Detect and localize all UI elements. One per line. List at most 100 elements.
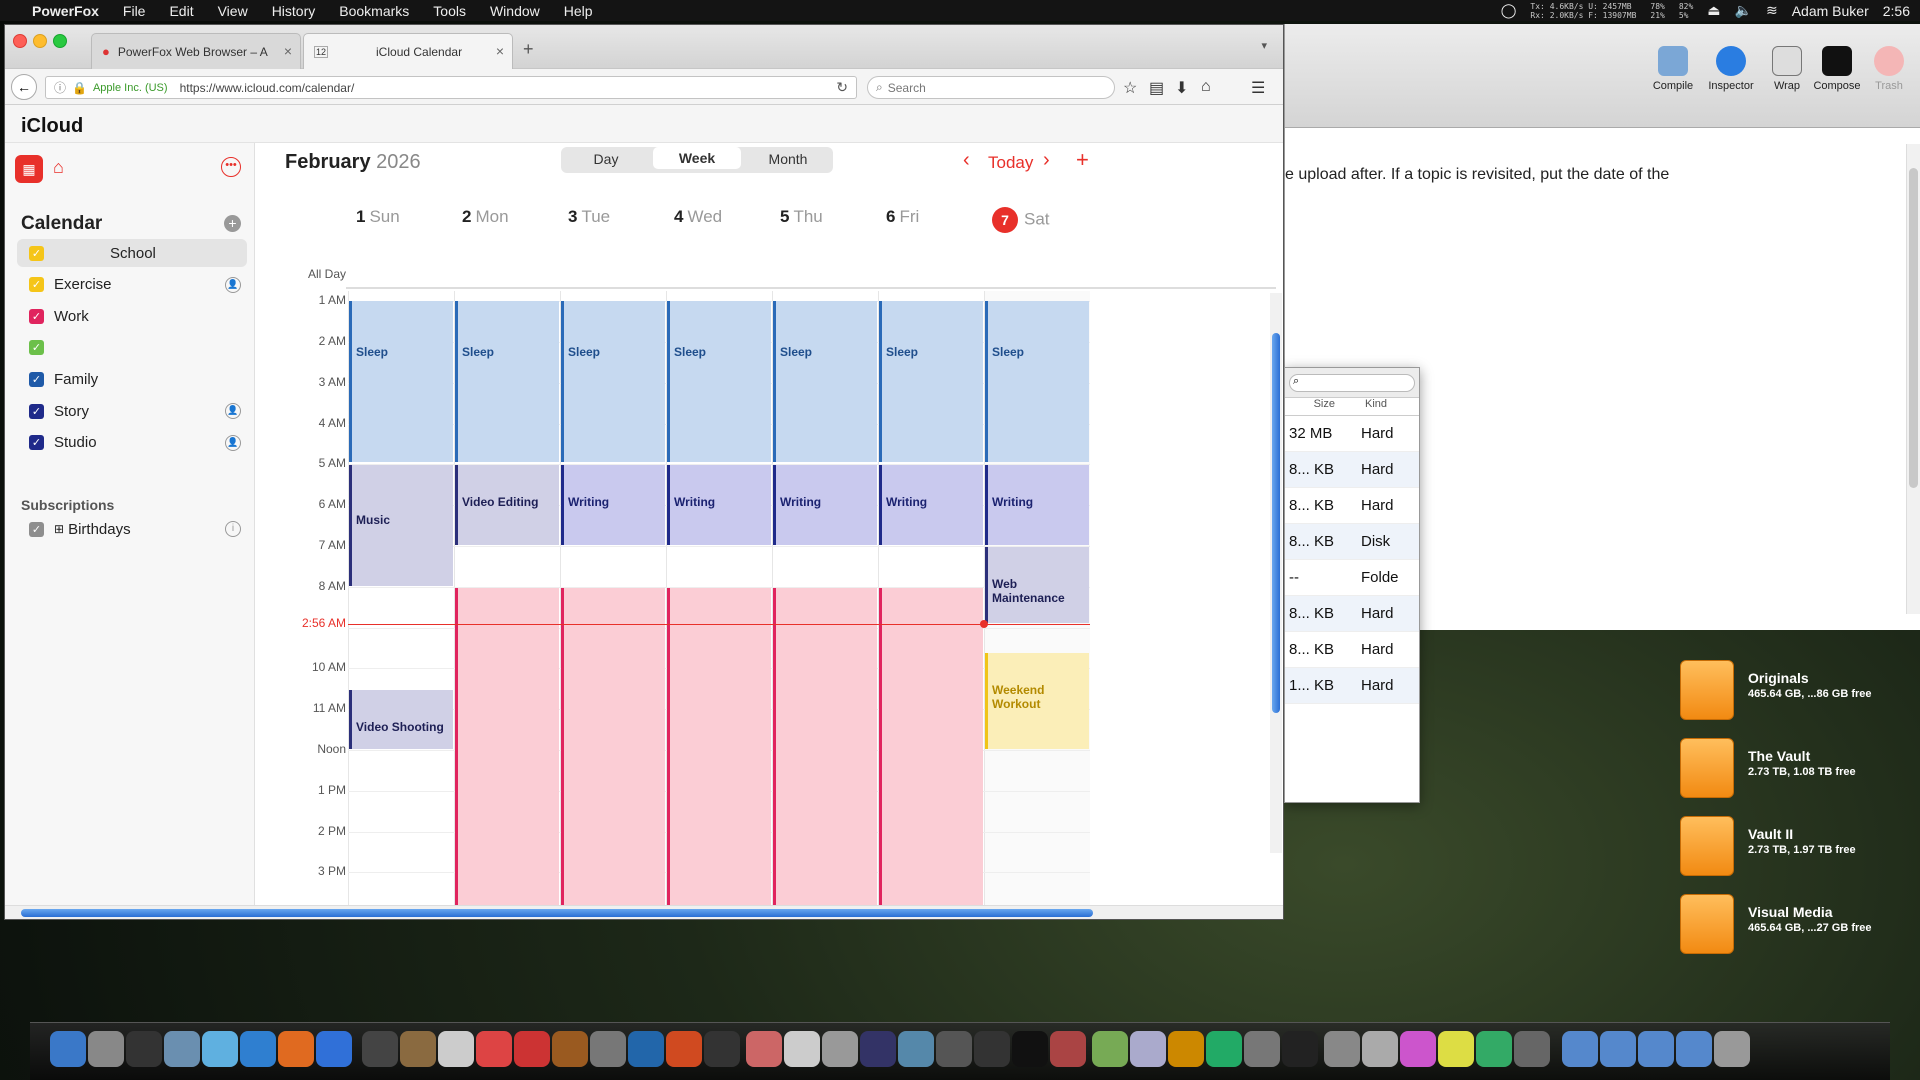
dock-app-icon[interactable] <box>240 1031 276 1067</box>
dock-app-icon[interactable] <box>1562 1031 1598 1067</box>
app-menu[interactable]: PowerFox <box>24 3 111 19</box>
studio-event[interactable]: Web Maintenance <box>985 547 1089 623</box>
dock-app-icon[interactable] <box>126 1031 162 1067</box>
eject-icon[interactable]: ⏏ <box>1707 2 1720 19</box>
checkbox[interactable]: ✓ <box>29 371 44 387</box>
inspector-button[interactable]: Inspector <box>1703 46 1759 92</box>
download-icon[interactable]: ⬇ <box>1175 78 1188 98</box>
menu-icon[interactable]: ☰ <box>1251 78 1265 98</box>
finder-row[interactable]: 8... KB Hard <box>1285 596 1419 632</box>
dock-app-icon[interactable] <box>784 1031 820 1067</box>
desktop-drive[interactable]: Originals 465.64 GB, ...86 GB free <box>1680 660 1880 720</box>
prev-week-chevron-icon[interactable]: ‹ <box>963 149 970 172</box>
compile-button[interactable]: Compile <box>1645 46 1701 92</box>
sleep-event[interactable]: Sleep <box>667 301 771 463</box>
menu-help[interactable]: Help <box>552 3 605 19</box>
dock-app-icon[interactable] <box>202 1031 238 1067</box>
menu-window[interactable]: Window <box>478 3 552 19</box>
inbox-icon[interactable]: ⌂ <box>53 157 64 178</box>
menu-history[interactable]: History <box>260 3 328 19</box>
dock-app-icon[interactable] <box>1400 1031 1436 1067</box>
day-header[interactable]: 1 Sun <box>356 207 400 227</box>
today-button[interactable]: Today <box>988 153 1033 173</box>
finder-row[interactable]: 8... KB Hard <box>1285 452 1419 488</box>
volume-icon[interactable]: 🔈 <box>1735 2 1752 19</box>
story-event[interactable]: Writing <box>879 465 983 545</box>
checkbox[interactable]: ✓ <box>29 340 44 356</box>
dock-app-icon[interactable] <box>1362 1031 1398 1067</box>
work-event[interactable] <box>773 587 877 905</box>
menu-bookmarks[interactable]: Bookmarks <box>327 3 421 19</box>
horizontal-scrollbar[interactable] <box>5 905 1283 919</box>
sidebar-item-calendar[interactable]: ✓ Family <box>17 365 247 393</box>
checkbox[interactable]: ✓ <box>29 521 44 537</box>
user-name[interactable]: Adam Buker <box>1792 3 1869 19</box>
dock-app-icon[interactable] <box>704 1031 740 1067</box>
vertical-scrollbar[interactable] <box>1270 293 1282 853</box>
checkbox[interactable]: ✓ <box>29 277 44 293</box>
checkbox[interactable]: ✓ <box>29 403 44 419</box>
menu-edit[interactable]: Edit <box>157 3 205 19</box>
story-event[interactable]: Writing <box>773 465 877 545</box>
sidebar-item-calendar[interactable]: ✓ School <box>17 239 247 267</box>
dock-app-icon[interactable] <box>1168 1031 1204 1067</box>
work-event[interactable] <box>561 587 665 905</box>
studio-event[interactable]: Video Editing <box>455 465 559 545</box>
dock-app-icon[interactable] <box>50 1031 86 1067</box>
dock-app-icon[interactable] <box>88 1031 124 1067</box>
close-tab-icon[interactable]: × <box>284 43 292 59</box>
dock-app-icon[interactable] <box>1206 1031 1242 1067</box>
wrap-button[interactable]: Wrap <box>1759 46 1815 92</box>
sidebar-item-calendar[interactable]: ✓ Exercise 👤 <box>17 271 247 299</box>
desktop-drive[interactable]: Visual Media 465.64 GB, ...27 GB free <box>1680 894 1880 954</box>
editor-scrollbar[interactable] <box>1906 144 1920 614</box>
home-icon[interactable]: ⌂ <box>1201 78 1211 96</box>
dock-app-icon[interactable] <box>936 1031 972 1067</box>
sleep-event[interactable]: Sleep <box>879 301 983 463</box>
dock-app-icon[interactable] <box>974 1031 1010 1067</box>
info-icon[interactable]: i <box>225 521 241 537</box>
add-calendar-icon[interactable]: + <box>224 215 241 232</box>
sidebar-item-calendar[interactable]: ✓ <box>17 334 247 362</box>
sidebar-item-calendar[interactable]: ✓ Story 👤 <box>17 397 247 425</box>
close-window-button[interactable] <box>13 34 27 48</box>
editor-text[interactable]: e upload after. If a topic is revisited,… <box>1285 166 1669 184</box>
size-column-header[interactable]: Size <box>1285 398 1355 415</box>
url-bar[interactable]: ⓘ 🔒 Apple Inc. (US) https://www.icloud.c… <box>45 76 857 99</box>
compose-button[interactable]: Compose <box>1809 46 1865 92</box>
tab-powerfox[interactable]: ● PowerFox Web Browser – A × <box>91 33 301 69</box>
dock-app-icon[interactable] <box>316 1031 352 1067</box>
story-event[interactable]: Writing <box>985 465 1089 545</box>
add-event-icon[interactable]: + <box>1076 147 1089 173</box>
dock-app-icon[interactable] <box>164 1031 200 1067</box>
finder-row[interactable]: 32 MB Hard <box>1285 416 1419 452</box>
dock-app-icon[interactable] <box>1130 1031 1166 1067</box>
dock-app-icon[interactable] <box>860 1031 896 1067</box>
icloud-logo[interactable]: iCloud <box>21 115 83 137</box>
dock-app-icon[interactable] <box>1714 1031 1750 1067</box>
dock-app-icon[interactable] <box>746 1031 782 1067</box>
day-header[interactable]: 5 Thu <box>780 207 823 227</box>
close-tab-icon[interactable]: × <box>496 43 504 59</box>
sidebar-item-calendar[interactable]: ✓ Work <box>17 302 247 330</box>
shared-person-icon[interactable]: 👤 <box>225 403 241 419</box>
work-event[interactable] <box>667 587 771 905</box>
exercise-event[interactable]: Weekend Workout <box>985 653 1089 749</box>
finder-row[interactable]: 8... KB Hard <box>1285 488 1419 524</box>
sidebar-item-calendar[interactable]: ✓ Studio 👤 <box>17 429 247 457</box>
menu-view[interactable]: View <box>206 3 260 19</box>
new-tab-button[interactable]: + <box>523 39 534 60</box>
kind-column-header[interactable]: Kind <box>1355 398 1387 415</box>
dock-app-icon[interactable] <box>1676 1031 1712 1067</box>
dock-app-icon[interactable] <box>1050 1031 1086 1067</box>
desktop-drive[interactable]: The Vault 2.73 TB, 1.08 TB free <box>1680 738 1880 798</box>
tab-month[interactable]: Month <box>743 144 833 174</box>
dock-app-icon[interactable] <box>552 1031 588 1067</box>
sleep-event[interactable]: Sleep <box>773 301 877 463</box>
dock-app-icon[interactable] <box>1514 1031 1550 1067</box>
reading-list-icon[interactable]: ▤ <box>1149 78 1164 98</box>
search-input[interactable]: ⌕ Search <box>867 76 1115 99</box>
minimize-window-button[interactable] <box>33 34 47 48</box>
dock-app-icon[interactable] <box>628 1031 664 1067</box>
finder-row[interactable]: 8... KB Hard <box>1285 632 1419 668</box>
